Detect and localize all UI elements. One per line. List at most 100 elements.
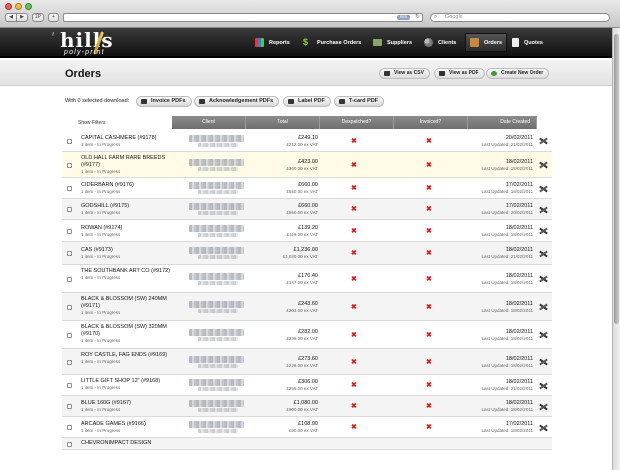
- view-csv-button[interactable]: View as CSV: [379, 68, 430, 79]
- table-row[interactable]: CAPITAL CASHMERE (#9178) 1 item - In Pro…: [62, 130, 552, 152]
- table-row[interactable]: CIDERBARN (#9176) 1 item - In Progress £…: [62, 178, 552, 199]
- order-name-link[interactable]: GODSHILL (#9175): [81, 203, 173, 210]
- nav-orders[interactable]: Orders: [465, 33, 508, 52]
- tools-icon[interactable]: [539, 227, 548, 235]
- row-checkbox[interactable]: [67, 276, 72, 282]
- column-date-created[interactable]: Date Created: [468, 116, 537, 129]
- order-name-cell[interactable]: LITTLE GIFT SHOP 12" (#9168) 1 item - In…: [81, 378, 173, 391]
- order-name-link[interactable]: ARCADE GAMES (#9166): [81, 421, 173, 428]
- tools-icon[interactable]: [539, 424, 548, 432]
- create-new-order-button[interactable]: Create New Order: [486, 68, 550, 79]
- label-pdf-button[interactable]: Label PDF: [283, 96, 331, 107]
- order-name-cell[interactable]: CAPITAL CASHMERE (#9178) 1 item - In Pro…: [81, 135, 173, 148]
- row-checkbox[interactable]: [67, 425, 72, 430]
- table-row[interactable]: BLUE 160G (#9167) 1 item - In Progress £…: [62, 396, 552, 417]
- reload-icon[interactable]: ↻: [415, 14, 420, 21]
- minimize-window-icon[interactable]: [15, 3, 22, 10]
- table-row[interactable]: LITTLE GIFT SHOP 12" (#9168) 1 item - In…: [62, 375, 552, 396]
- order-name-link[interactable]: BLACK & BLOSSOM (SW) 240MM (#9171): [81, 296, 173, 310]
- tools-icon[interactable]: [539, 358, 548, 366]
- tools-icon[interactable]: [539, 206, 548, 214]
- nav-quotes[interactable]: Quotes: [508, 28, 547, 57]
- table-row[interactable]: ROY CASTLE, FAG ENDS (#9169) 1 item - In…: [62, 349, 552, 375]
- nav-clients[interactable]: Clients: [420, 28, 460, 57]
- tools-icon[interactable]: [539, 382, 548, 390]
- row-checkbox[interactable]: [67, 304, 72, 310]
- tools-icon[interactable]: [539, 161, 548, 169]
- tools-icon[interactable]: [539, 250, 548, 258]
- add-bookmark-button[interactable]: +: [48, 13, 59, 22]
- order-name-link[interactable]: BLACK & BLOSSOM (SW) 320MM (#9170): [81, 324, 173, 338]
- row-checkbox[interactable]: [67, 162, 72, 168]
- order-name-cell[interactable]: ARCADE GAMES (#9166) 1 item - In Progres…: [81, 421, 173, 434]
- row-checkbox[interactable]: [67, 359, 72, 365]
- order-name-link[interactable]: OLD HALL FARM RARE BREEDS (#9177): [81, 155, 173, 169]
- order-name-cell[interactable]: BLACK & BLOSSOM (SW) 320MM (#9170) 1 ite…: [81, 324, 173, 344]
- tools-icon[interactable]: [539, 185, 548, 193]
- zoom-window-icon[interactable]: [25, 3, 32, 10]
- logo[interactable]: hills: [60, 30, 114, 50]
- password-button[interactable]: 1P: [32, 13, 44, 22]
- order-name-cell[interactable]: BLUE 160G (#9167) 1 item - In Progress: [81, 400, 173, 413]
- tools-icon[interactable]: [539, 403, 548, 411]
- order-name-cell[interactable]: BLACK & BLOSSOM (SW) 240MM (#9171) 1 ite…: [81, 296, 173, 316]
- tools-icon[interactable]: [539, 275, 548, 283]
- column-invoiced[interactable]: Invoiced?: [394, 116, 468, 129]
- order-name-link[interactable]: CIDERBARN (#9176): [81, 182, 173, 189]
- order-name-link[interactable]: ROY CASTLE, FAG ENDS (#9169): [81, 352, 173, 359]
- table-row[interactable]: GODSHILL (#9175) 1 item - In Progress £6…: [62, 199, 552, 220]
- table-row[interactable]: ROWAN (#9174) 1 item - In Progress £139.…: [62, 220, 552, 242]
- table-row[interactable]: BLACK & BLOSSOM (SW) 240MM (#9171) 1 ite…: [62, 293, 552, 321]
- search-field[interactable]: ⌕ Google: [430, 13, 610, 22]
- tools-icon[interactable]: [539, 331, 548, 339]
- tools-icon[interactable]: [539, 137, 548, 145]
- order-name-link[interactable]: CAS (#9173): [81, 247, 173, 254]
- nav-suppliers[interactable]: Suppliers: [369, 28, 416, 57]
- back-button[interactable]: ◀: [6, 14, 17, 21]
- close-window-icon[interactable]: [5, 3, 12, 10]
- order-name-cell[interactable]: CHEVRONIMPACT DESIGN: [81, 440, 173, 447]
- table-row[interactable]: OLD HALL FARM RARE BREEDS (#9177) 1 item…: [62, 152, 552, 178]
- order-name-link[interactable]: CAPITAL CASHMERE (#9178): [81, 135, 173, 142]
- nav-purchase-orders[interactable]: $ Purchase Orders: [299, 28, 365, 57]
- row-checkbox[interactable]: [67, 332, 72, 338]
- row-checkbox[interactable]: [67, 138, 72, 144]
- table-row[interactable]: BLACK & BLOSSOM (SW) 320MM (#9170) 1 ite…: [62, 321, 552, 349]
- show-filters-link[interactable]: Show Filters: [78, 120, 106, 126]
- table-row[interactable]: ARCADE GAMES (#9166) 1 item - In Progres…: [62, 417, 552, 438]
- row-checkbox[interactable]: [67, 228, 72, 234]
- row-checkbox[interactable]: [67, 404, 72, 409]
- column-client[interactable]: Client: [172, 116, 246, 129]
- order-name-link[interactable]: CHEVRONIMPACT DESIGN: [81, 440, 173, 447]
- order-name-link[interactable]: LITTLE GIFT SHOP 12" (#9168): [81, 378, 173, 385]
- view-pdf-button[interactable]: View as PDF: [434, 68, 485, 79]
- order-name-cell[interactable]: ROWAN (#9174) 1 item - In Progress: [81, 225, 173, 238]
- table-row[interactable]: CAS (#9173) 1 item - In Progress £1,236.…: [62, 242, 552, 265]
- row-checkbox[interactable]: [67, 383, 72, 388]
- column-despatched[interactable]: Despatched?: [320, 116, 394, 129]
- order-name-cell[interactable]: CIDERBARN (#9176) 1 item - In Progress: [81, 182, 173, 195]
- row-checkbox[interactable]: [67, 207, 72, 212]
- row-checkbox[interactable]: [67, 251, 72, 256]
- forward-button[interactable]: ▶: [17, 14, 27, 21]
- scrollbar[interactable]: [612, 28, 620, 470]
- order-name-cell[interactable]: ROY CASTLE, FAG ENDS (#9169) 1 item - In…: [81, 352, 173, 365]
- column-total[interactable]: Total: [246, 116, 320, 129]
- invoice-pdfs-button[interactable]: Invoice PDFs: [136, 96, 192, 107]
- row-checkbox[interactable]: [67, 186, 72, 191]
- order-name-link[interactable]: BLUE 160G (#9167): [81, 400, 173, 407]
- t-card-pdf-button[interactable]: T-card PDF: [334, 96, 385, 107]
- order-name-link[interactable]: THE SOUTHBANK ART CO (#9172): [81, 268, 173, 275]
- rss-badge[interactable]: RSS: [397, 15, 410, 20]
- table-row[interactable]: CHEVRONIMPACT DESIGN: [62, 438, 552, 450]
- order-name-link[interactable]: ROWAN (#9174): [81, 225, 173, 232]
- acknowledgement-pdfs-button[interactable]: Acknowledgement PDFs: [194, 96, 280, 107]
- scrollbar-thumb[interactable]: [614, 34, 619, 324]
- nav-reports[interactable]: Reports: [251, 28, 294, 57]
- tools-icon[interactable]: [539, 303, 548, 311]
- url-field[interactable]: RSS ↻: [63, 13, 423, 22]
- table-row[interactable]: THE SOUTHBANK ART CO (#9172) 1 item - In…: [62, 265, 552, 293]
- order-name-cell[interactable]: OLD HALL FARM RARE BREEDS (#9177) 1 item…: [81, 155, 173, 175]
- order-name-cell[interactable]: THE SOUTHBANK ART CO (#9172) 1 item - In…: [81, 268, 173, 281]
- order-name-cell[interactable]: CAS (#9173) 1 item - In Progress: [81, 247, 173, 260]
